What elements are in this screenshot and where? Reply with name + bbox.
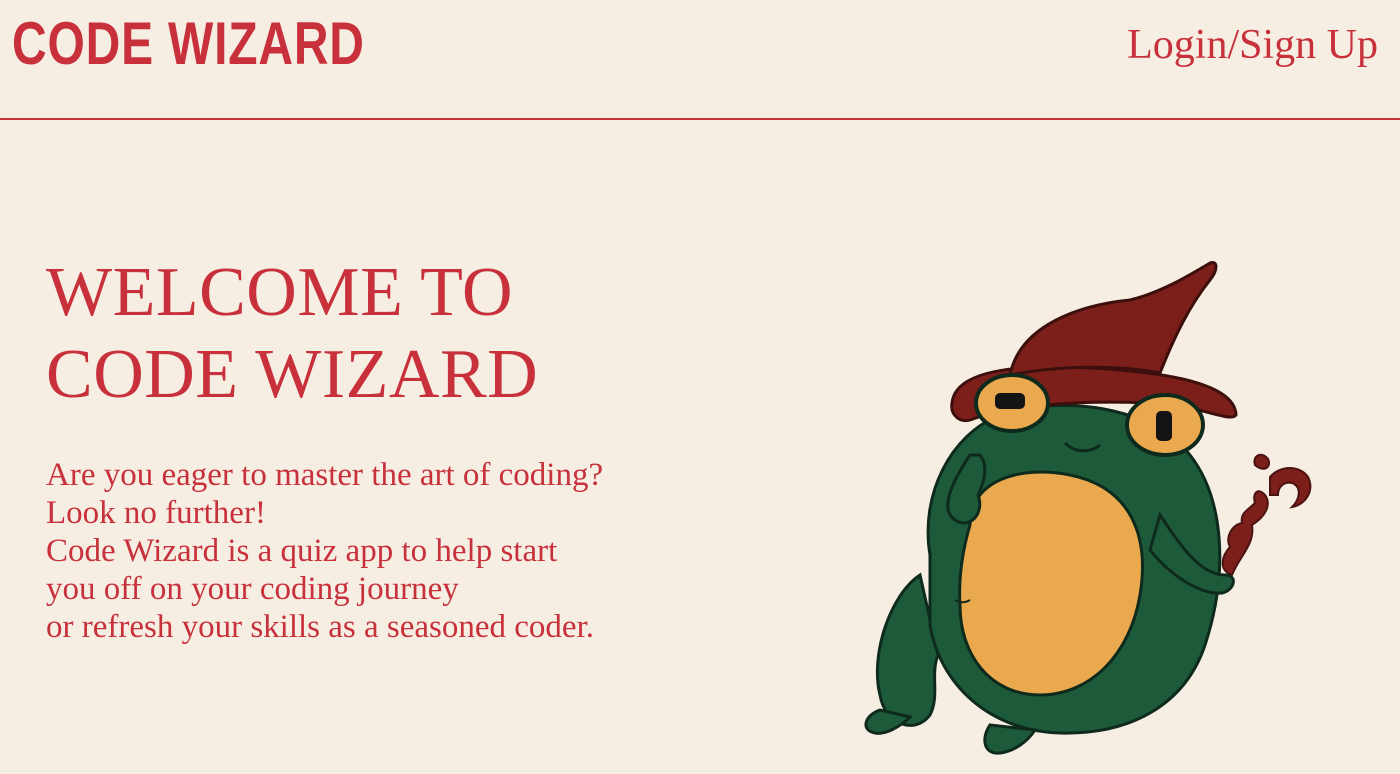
hat-cone [1008,260,1218,377]
hero-description: Are you eager to master the art of codin… [46,456,603,646]
login-signup-link[interactable]: Login/Sign Up [1127,24,1378,66]
site-header: CODE WIZARD Login/Sign Up [0,0,1400,120]
hero-text-line: Look no further! [46,495,266,531]
site-logo[interactable]: CODE WIZARD [12,14,365,74]
frog-foot [983,723,1038,755]
hero-title: WELCOME TO CODE WIZARD [46,252,538,416]
frog-eye-left [974,373,1050,433]
hero-title-line: CODE WIZARD [46,336,539,413]
hero-text-line: Code Wizard is a quiz app to help start [46,533,558,569]
frog-eye-right [1125,393,1205,457]
hero-text-line: Are you eager to master the art of codin… [46,457,604,493]
frog-wizard-illustration [864,260,1312,755]
wand-icon [1221,453,1312,577]
hero-title-line: WELCOME TO [46,254,514,331]
hero-text-line: or refresh your skills as a seasoned cod… [46,609,594,645]
hero-text-line: you off on your coding journey [46,571,459,607]
